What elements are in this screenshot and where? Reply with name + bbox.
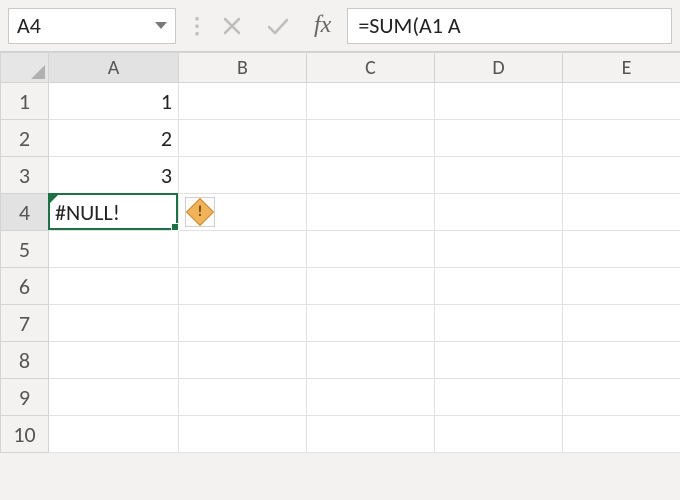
cell-E4[interactable] [563, 194, 680, 231]
cell-C4[interactable] [307, 194, 435, 231]
cell-A6[interactable] [49, 268, 179, 305]
cell-A5[interactable] [49, 231, 179, 268]
cell-D8[interactable] [435, 342, 563, 379]
formula-bar-separator: ⋮ [186, 12, 206, 39]
cell-A3[interactable]: 3 [49, 157, 179, 194]
cell-E8[interactable] [563, 342, 680, 379]
row-header-4[interactable]: 4 [1, 194, 49, 231]
row-header-2[interactable]: 2 [1, 120, 49, 157]
cell-C8[interactable] [307, 342, 435, 379]
cell-C5[interactable] [307, 231, 435, 268]
row-header-9[interactable]: 9 [1, 379, 49, 416]
cell-C1[interactable] [307, 83, 435, 120]
spreadsheet-grid[interactable]: ABCDE 1122334#NULL!5678910 ! [0, 52, 680, 453]
cell-C10[interactable] [307, 416, 435, 453]
row-header-6[interactable]: 6 [1, 268, 49, 305]
column-header-E[interactable]: E [563, 53, 680, 83]
cell-D4[interactable] [435, 194, 563, 231]
cell-E3[interactable] [563, 157, 680, 194]
cell-B5[interactable] [179, 231, 307, 268]
row-header-3[interactable]: 3 [1, 157, 49, 194]
cell-D5[interactable] [435, 231, 563, 268]
row-header-8[interactable]: 8 [1, 342, 49, 379]
cell-A8[interactable] [49, 342, 179, 379]
cell-B10[interactable] [179, 416, 307, 453]
cell-D6[interactable] [435, 268, 563, 305]
cell-E2[interactable] [563, 120, 680, 157]
cell-A2[interactable]: 2 [49, 120, 179, 157]
cell-E1[interactable] [563, 83, 680, 120]
cancel-icon[interactable] [222, 16, 242, 36]
formula-text: =SUM(A1 A [358, 12, 460, 39]
cell-A7[interactable] [49, 305, 179, 342]
cell-E5[interactable] [563, 231, 680, 268]
column-header-B[interactable]: B [179, 53, 307, 83]
cell-B1[interactable] [179, 83, 307, 120]
formula-bar-buttons: fx [216, 12, 337, 39]
cell-B2[interactable] [179, 120, 307, 157]
cell-B3[interactable] [179, 157, 307, 194]
cell-A1[interactable]: 1 [49, 83, 179, 120]
column-header-C[interactable]: C [307, 53, 435, 83]
cell-B7[interactable] [179, 305, 307, 342]
warning-diamond-icon: ! [185, 198, 213, 226]
cell-A10[interactable] [49, 416, 179, 453]
cell-C2[interactable] [307, 120, 435, 157]
row-header-7[interactable]: 7 [1, 305, 49, 342]
insert-function-icon[interactable]: fx [314, 12, 331, 39]
cell-B6[interactable] [179, 268, 307, 305]
cell-D10[interactable] [435, 416, 563, 453]
enter-icon[interactable] [266, 16, 290, 36]
select-all-corner[interactable] [1, 53, 49, 83]
row-header-5[interactable]: 5 [1, 231, 49, 268]
cell-E10[interactable] [563, 416, 680, 453]
cell-E9[interactable] [563, 379, 680, 416]
cell-B9[interactable] [179, 379, 307, 416]
cell-A9[interactable] [49, 379, 179, 416]
warning-glyph: ! [197, 204, 202, 219]
cell-C9[interactable] [307, 379, 435, 416]
cell-D2[interactable] [435, 120, 563, 157]
column-header-A[interactable]: A [49, 53, 179, 83]
cell-C6[interactable] [307, 268, 435, 305]
name-box[interactable]: A4 [8, 8, 176, 44]
cell-D3[interactable] [435, 157, 563, 194]
error-smart-tag[interactable]: ! [185, 197, 215, 227]
cell-E7[interactable] [563, 305, 680, 342]
cell-A4[interactable]: #NULL! [49, 194, 179, 231]
row-header-10[interactable]: 10 [1, 416, 49, 453]
column-header-D[interactable]: D [435, 53, 563, 83]
cell-D9[interactable] [435, 379, 563, 416]
cell-D7[interactable] [435, 305, 563, 342]
cell-C7[interactable] [307, 305, 435, 342]
cell-D1[interactable] [435, 83, 563, 120]
cell-C3[interactable] [307, 157, 435, 194]
formula-input[interactable]: =SUM(A1 A [347, 8, 672, 44]
formula-bar: A4 ⋮ fx =SUM(A1 A [0, 0, 680, 52]
cell-B8[interactable] [179, 342, 307, 379]
row-header-1[interactable]: 1 [1, 83, 49, 120]
name-box-dropdown-icon[interactable] [155, 22, 167, 29]
cell-E6[interactable] [563, 268, 680, 305]
name-box-value: A4 [17, 12, 41, 39]
